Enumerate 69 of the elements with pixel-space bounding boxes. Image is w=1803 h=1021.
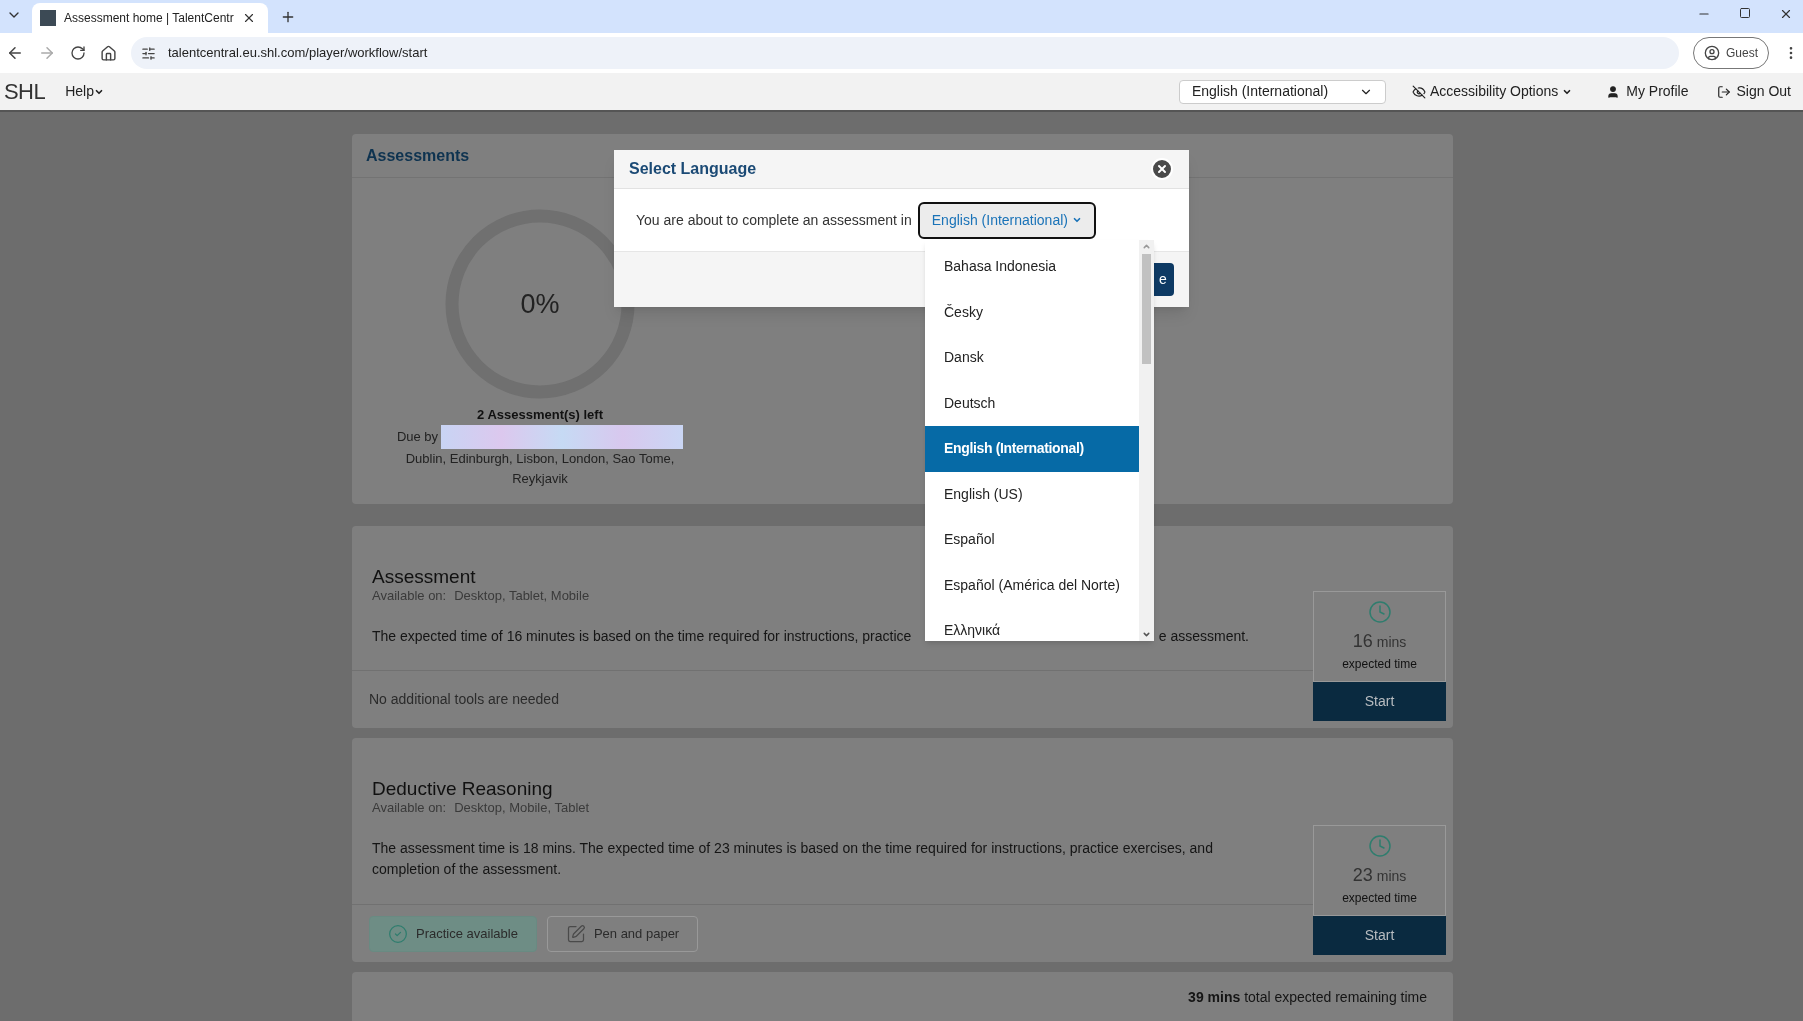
language-option[interactable]: English (International) [925, 426, 1139, 472]
clock-icon [1367, 834, 1392, 858]
tab-title: Assessment home | TalentCentr [64, 10, 234, 27]
language-option[interactable]: English (US) [925, 471, 1139, 517]
sign-out-icon [1716, 84, 1731, 99]
continue-button[interactable]: e [1152, 263, 1174, 296]
url-text: talentcentral.eu.shl.com/player/workflow/start [168, 44, 428, 63]
description-text: The expected time of 16 minutes is based on the time required for instructions, practice [372, 627, 912, 646]
site-info-icon[interactable] [141, 45, 156, 61]
pen-paper-icon [565, 923, 586, 944]
description-text: e assessment. [1158, 627, 1249, 646]
help-menu[interactable]: Help [65, 81, 104, 102]
assessment-title: Deductive Reasoning [372, 778, 553, 800]
available-label: Available on: [372, 800, 447, 816]
scroll-down-icon[interactable] [1142, 630, 1151, 639]
assessment-title: Assessment [372, 566, 476, 588]
minutes-unit: mins [1376, 867, 1407, 886]
person-icon [1606, 84, 1621, 99]
language-option[interactable]: Bahasa Indonesia [925, 244, 1139, 290]
language-select[interactable]: English (International) [1178, 79, 1386, 104]
tool-label: Pen and paper [593, 924, 680, 943]
maximize-icon[interactable] [1739, 7, 1751, 19]
language-option[interactable]: Ελληνικά [925, 608, 1139, 641]
start-button[interactable]: Start [1313, 682, 1446, 721]
expected-time-label: expected time [1342, 890, 1417, 907]
timezone-text: Dublin, Edinburgh, Lisbon, London, Sao Tome, Reykjavik [404, 449, 676, 488]
available-label: Available on: [372, 588, 447, 604]
dialog-title: Select Language [629, 159, 757, 179]
minutes-unit: mins [1376, 633, 1407, 652]
total-time-text: 39 mins total expected remaining time [1188, 988, 1427, 1007]
start-button[interactable]: Start [1313, 916, 1446, 955]
available-devices: Desktop, Tablet, Mobile [454, 588, 590, 604]
close-icon[interactable] [1150, 157, 1174, 181]
expected-time-label: expected time [1342, 656, 1417, 673]
accessibility-menu[interactable]: Accessibility Options [1411, 81, 1573, 102]
assessments-left: 2 Assessment(s) left [477, 406, 603, 424]
close-icon[interactable] [1779, 7, 1793, 21]
available-devices: Desktop, Mobile, Tablet [454, 800, 590, 816]
language-option[interactable]: Español (América del Norte) [925, 562, 1139, 608]
check-circle-icon [388, 923, 408, 944]
address-bar[interactable]: talentcentral.eu.shl.com/player/workflow/start [131, 37, 1679, 69]
minutes-value: 16 [1352, 630, 1373, 653]
sign-out-link[interactable]: Sign Out [1716, 81, 1791, 102]
description-text: The assessment time is 18 mins. The expected time of 23 minutes is based on the time required for instructions, practice exercises, and completion of the assessment. [372, 839, 1214, 879]
eye-slash-icon [1411, 84, 1426, 99]
browser-tab[interactable]: Assessment home | TalentCentr [32, 3, 268, 33]
language-option[interactable]: Español [925, 517, 1139, 563]
scroll-thumb[interactable] [1142, 254, 1151, 364]
panel-title: Assessments [366, 145, 470, 166]
caret-icon [1071, 215, 1082, 225]
shl-logo[interactable]: SHL [4, 75, 46, 108]
site-favicon [40, 10, 56, 26]
back-icon[interactable] [6, 44, 24, 62]
new-tab-icon[interactable] [280, 9, 296, 25]
language-option[interactable]: Deutsch [925, 380, 1139, 426]
tools-note: No additional tools are needed [369, 690, 559, 709]
reload-icon[interactable] [70, 45, 86, 61]
due-label: Due by [396, 427, 439, 446]
home-icon[interactable] [100, 44, 117, 62]
tool-label: Practice available [416, 924, 518, 943]
minutes-value: 23 [1352, 864, 1373, 887]
language-dropdown-button[interactable]: English (International) [917, 201, 1096, 239]
dialog-prompt: You are about to complete an assessment in [636, 210, 912, 230]
language-option[interactable]: Dansk [925, 335, 1139, 381]
clock-icon [1367, 600, 1392, 624]
my-profile-link[interactable]: My Profile [1606, 81, 1689, 102]
profile-icon [1704, 45, 1720, 61]
progress-value: 0% [520, 287, 560, 321]
language-option[interactable]: Česky [925, 289, 1139, 335]
